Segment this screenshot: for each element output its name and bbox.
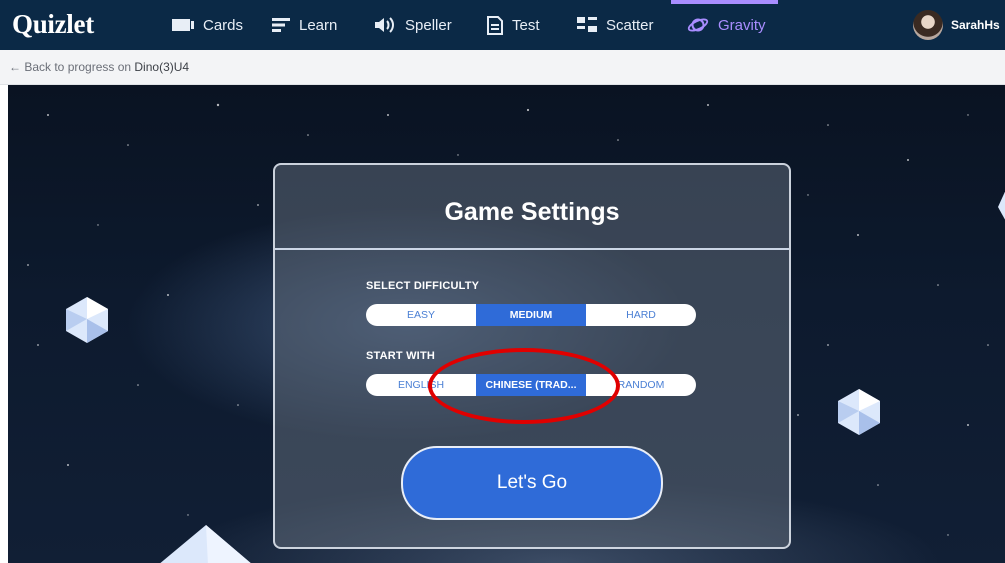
scatter-icon [577, 17, 597, 32]
start-with-label: START WITH [366, 350, 436, 362]
nav-speller[interactable]: Speller [374, 0, 452, 50]
learn-icon [272, 18, 290, 32]
crystal-asteroid-bottom [160, 525, 251, 563]
test-icon [487, 15, 503, 35]
top-nav-bar: Quizlet Cards Learn Speller Test Scatter… [0, 0, 1005, 50]
crystal-asteroid-left [66, 297, 108, 343]
nav-speller-label: Speller [405, 16, 452, 34]
lets-go-button[interactable]: Let's Go [401, 446, 663, 520]
panel-title: Game Settings [444, 198, 620, 226]
start-chinese-option[interactable]: CHINESE (TRAD... [476, 374, 586, 396]
difficulty-medium-option[interactable]: MEDIUM [476, 304, 586, 326]
crystal-asteroid-right [838, 389, 880, 435]
difficulty-selector: EASY MEDIUM HARD [366, 304, 696, 326]
set-name: Dino(3)U4 [134, 60, 190, 74]
nav-cards[interactable]: Cards [172, 0, 243, 50]
crystal-asteroid-edge [998, 191, 1005, 220]
nav-test-label: Test [512, 16, 540, 34]
back-link-prefix: ← Back to progress on [9, 60, 135, 74]
nav-learn[interactable]: Learn [272, 0, 337, 50]
nav-gravity-label: Gravity [718, 16, 766, 34]
cards-icon [172, 19, 194, 31]
back-to-progress-link[interactable]: ← Back to progress on Dino(3)U4 [9, 60, 189, 74]
difficulty-hard-option[interactable]: HARD [586, 304, 696, 326]
game-settings-panel: Game Settings SELECT DIFFICULTY EASY MED… [273, 163, 791, 549]
breadcrumb: ← Back to progress on Dino(3)U4 [0, 50, 1005, 85]
start-english-option[interactable]: ENGLISH [366, 374, 476, 396]
nav-scatter[interactable]: Scatter [577, 0, 654, 50]
planet-icon [687, 18, 709, 32]
nav-test[interactable]: Test [487, 0, 540, 50]
nav-cards-label: Cards [203, 16, 244, 34]
difficulty-easy-option[interactable]: EASY [366, 304, 476, 326]
start-with-selector: ENGLISH CHINESE (TRAD... RANDOM [366, 374, 696, 396]
start-random-option[interactable]: RANDOM [586, 374, 696, 396]
quizlet-logo[interactable]: Quizlet [12, 9, 94, 40]
nav-gravity[interactable]: Gravity [671, 0, 777, 50]
gravity-game-stage: Game Settings SELECT DIFFICULTY EASY MED… [8, 85, 1005, 563]
nav-scatter-label: Scatter [606, 16, 654, 34]
user-menu[interactable]: SarahHs [913, 10, 1000, 40]
speaker-icon [375, 17, 394, 33]
panel-header: Game Settings [275, 165, 789, 250]
difficulty-label: SELECT DIFFICULTY [366, 280, 480, 292]
avatar [913, 10, 943, 40]
user-name: SarahHs [951, 18, 1000, 32]
nav-learn-label: Learn [299, 16, 338, 34]
